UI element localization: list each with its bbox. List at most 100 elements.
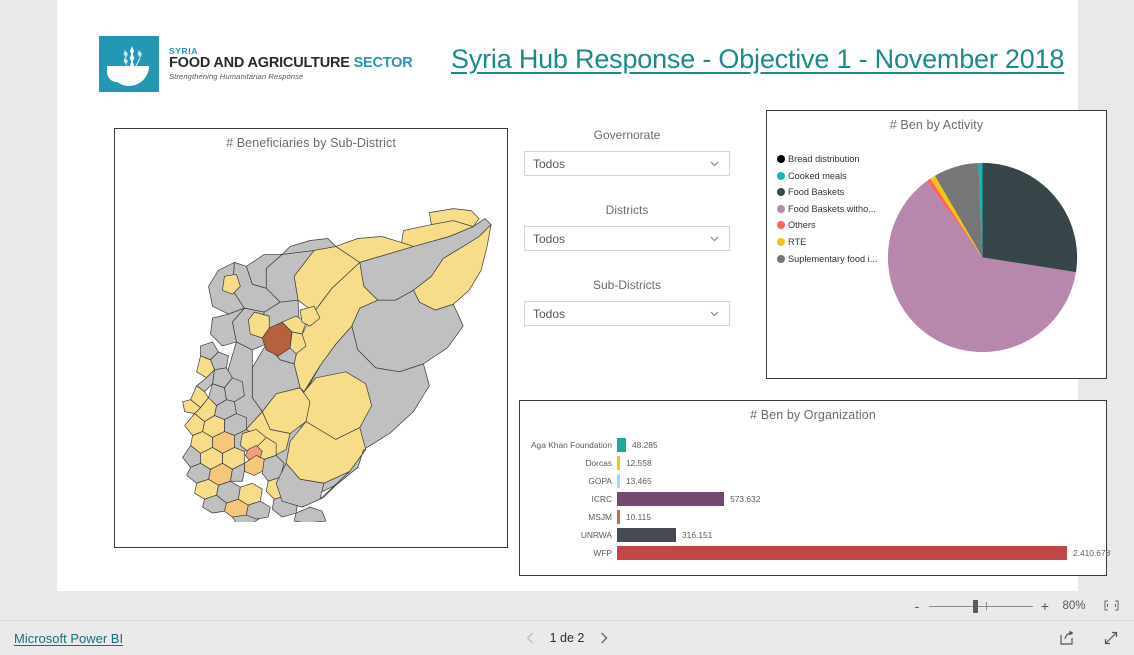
pie-legend-swatch bbox=[777, 188, 785, 197]
slicer-districts: Districts Todos bbox=[524, 203, 730, 251]
slicer-governorate-value: Todos bbox=[533, 156, 566, 171]
bar-category-label: UNRWA bbox=[580, 530, 612, 540]
zoom-in-button[interactable]: + bbox=[1037, 599, 1053, 613]
slicer-sub-districts: Sub-Districts Todos bbox=[524, 278, 730, 326]
bar-value-label: 316.151 bbox=[682, 530, 713, 540]
pie-chart-visual[interactable]: # Ben by Activity Bread distribution Cook… bbox=[766, 110, 1107, 379]
bar-value-label: 573.632 bbox=[730, 494, 761, 504]
pie-legend-label: Cooked meals bbox=[788, 170, 847, 181]
map-body[interactable] bbox=[115, 150, 507, 522]
map-visual[interactable]: # Beneficiaries by Sub-District bbox=[114, 128, 508, 548]
powerbi-report-viewer: SYRIA FOOD AND AGRICULTURE SECTOR Streng… bbox=[0, 0, 1134, 655]
pie-legend-swatch bbox=[777, 155, 785, 163]
bar-chart-row[interactable]: MSJM 10.115 bbox=[520, 508, 1106, 526]
bar-chart-row[interactable]: UNRWA 316.151 bbox=[520, 526, 1106, 544]
pie-legend-label: Others bbox=[788, 220, 816, 231]
logo-brand-line: FOOD AND AGRICULTURE SECTOR bbox=[169, 56, 413, 71]
bar-category-label: Aga Khan Foundation bbox=[530, 440, 612, 450]
slicer-districts-label: Districts bbox=[605, 203, 649, 217]
slicer-governorate: Governorate Todos bbox=[524, 128, 730, 176]
bar-fill[interactable] bbox=[617, 528, 677, 542]
bar-track: 48.285 bbox=[617, 438, 1106, 452]
chevron-down-icon bbox=[710, 311, 719, 317]
slicer-governorate-label: Governorate bbox=[593, 128, 661, 142]
slicer-districts-value: Todos bbox=[533, 231, 566, 246]
bar-track: 12.558 bbox=[617, 456, 1106, 470]
slicer-districts-dropdown[interactable]: Todos bbox=[524, 226, 730, 251]
zoom-slider-tick bbox=[986, 601, 987, 610]
bar-fill[interactable] bbox=[617, 492, 725, 506]
bar-category-label: MSJM bbox=[588, 512, 612, 522]
pie-legend-item[interactable]: Suplementary food i... bbox=[777, 254, 877, 264]
bar-track: 316.151 bbox=[617, 528, 1106, 542]
fit-to-page-icon[interactable] bbox=[1103, 599, 1120, 612]
bar-category-label: Dorcas bbox=[585, 458, 612, 468]
fullscreen-icon[interactable] bbox=[1102, 629, 1120, 647]
bar-category-label: WFP bbox=[593, 548, 612, 558]
bar-fill[interactable] bbox=[617, 546, 1067, 560]
slicer-governorate-dropdown[interactable]: Todos bbox=[524, 151, 730, 176]
bar-chart-row[interactable]: WFP 2.410.678 bbox=[520, 544, 1110, 562]
bar-chart-visual[interactable]: # Ben by Organization Aga Khan Foundatio… bbox=[519, 400, 1110, 576]
bar-track: 10.115 bbox=[617, 510, 1106, 524]
bar-fill[interactable] bbox=[617, 438, 626, 452]
chevron-down-icon bbox=[710, 161, 719, 167]
organization-logo: SYRIA FOOD AND AGRICULTURE SECTOR Streng… bbox=[99, 36, 413, 92]
zoom-slider[interactable] bbox=[929, 599, 1033, 613]
report-footer: Microsoft Power BI 1 de 2 bbox=[0, 620, 1134, 655]
chevron-left-icon[interactable] bbox=[525, 631, 536, 645]
wheat-bowl-icon bbox=[99, 36, 159, 92]
logo-brand-accent: SECTOR bbox=[353, 55, 413, 72]
pie-legend-swatch bbox=[777, 254, 785, 263]
pie-legend-item[interactable]: Food Baskets witho... bbox=[777, 204, 877, 214]
bar-category-label: ICRC bbox=[591, 494, 612, 504]
pie-legend-swatch bbox=[777, 221, 785, 230]
bar-category-label: GOPA bbox=[588, 476, 612, 486]
bar-chart-row[interactable]: GOPA 13.465 bbox=[520, 472, 1106, 490]
microsoft-power-bi-link[interactable]: Microsoft Power BI bbox=[14, 631, 123, 646]
bar-track: 2.410.678 bbox=[617, 546, 1110, 560]
logo-text-block: SYRIA FOOD AND AGRICULTURE SECTOR Streng… bbox=[169, 47, 413, 80]
slicer-sub-districts-dropdown[interactable]: Todos bbox=[524, 301, 730, 326]
page-indicator-label: 1 de 2 bbox=[549, 631, 585, 645]
zoom-slider-handle[interactable] bbox=[973, 599, 978, 613]
page-navigation: 1 de 2 bbox=[525, 631, 610, 645]
pie-legend-item[interactable]: Others bbox=[777, 220, 877, 230]
pie-legend-label: Food Baskets witho... bbox=[788, 203, 876, 214]
map-visual-title: # Beneficiaries by Sub-District bbox=[226, 136, 396, 150]
bowl-handle-shape bbox=[107, 66, 119, 82]
pie-legend-label: Suplementary food i... bbox=[788, 253, 878, 264]
chevron-right-icon[interactable] bbox=[598, 631, 609, 645]
syria-choropleth-map[interactable] bbox=[115, 150, 507, 522]
share-icon[interactable] bbox=[1058, 629, 1076, 647]
slicer-sub-districts-label: Sub-Districts bbox=[592, 278, 661, 292]
bar-chart-row[interactable]: ICRC 573.632 bbox=[520, 490, 1106, 508]
bar-chart-title: # Ben by Organization bbox=[750, 408, 876, 422]
pie-chart-title: # Ben by Activity bbox=[889, 118, 984, 132]
report-canvas: SYRIA FOOD AND AGRICULTURE SECTOR Streng… bbox=[57, 0, 1110, 591]
pie-legend-label: Bread distribution bbox=[788, 154, 860, 164]
report-header: SYRIA FOOD AND AGRICULTURE SECTOR Streng… bbox=[57, 0, 1078, 112]
pie-legend-item[interactable]: Cooked meals bbox=[777, 171, 877, 181]
bar-chart-row[interactable]: Dorcas 12.558 bbox=[520, 454, 1106, 472]
pie-legend-item[interactable]: RTE bbox=[777, 237, 877, 247]
pie-legend-label: RTE bbox=[788, 236, 807, 247]
pie-legend-swatch bbox=[777, 237, 785, 246]
pie-legend-item[interactable]: Bread distribution bbox=[777, 154, 877, 164]
pie-chart-body: Bread distribution Cooked meals Food Baske… bbox=[767, 132, 1106, 360]
pie-legend-item[interactable]: Food Baskets bbox=[777, 187, 877, 197]
bar-chart-row[interactable]: Aga Khan Foundation 48.285 bbox=[520, 436, 1106, 454]
page-title: Syria Hub Response - Objective 1 - Novem… bbox=[451, 44, 1065, 74]
zoom-percent-label: 80% bbox=[1062, 599, 1086, 612]
pie-chart-legend: Bread distribution Cooked meals Food Baske… bbox=[777, 154, 877, 270]
slicer-sub-districts-value: Todos bbox=[533, 306, 566, 321]
bar-value-label: 10.115 bbox=[626, 512, 651, 522]
zoom-out-button[interactable]: - bbox=[909, 599, 925, 613]
pie-chart-graphic[interactable] bbox=[885, 160, 1080, 355]
footer-action-group bbox=[1058, 629, 1120, 647]
bar-value-label: 13.465 bbox=[626, 476, 652, 486]
logo-brand-primary: FOOD AND AGRICULTURE bbox=[169, 55, 354, 72]
chevron-down-icon bbox=[710, 236, 719, 242]
bar-chart-body: Aga Khan Foundation 48.285 Dorcas 12.558 GOP… bbox=[520, 422, 1110, 562]
pie-slice[interactable] bbox=[982, 162, 1078, 273]
